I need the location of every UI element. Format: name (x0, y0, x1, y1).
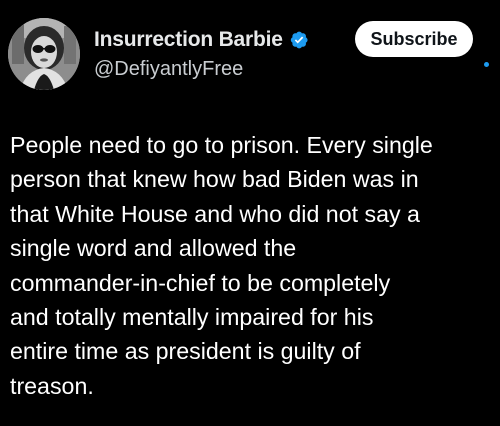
post-text-line: person that knew how bad Biden was in (10, 166, 419, 193)
post-text-line: single word and allowed the (10, 235, 297, 262)
author-display-name[interactable]: Insurrection Barbie (94, 28, 283, 52)
post-text-line: commander-in-chief to be completely (10, 269, 391, 296)
post-text-line: that White House and who did not say a (10, 200, 420, 227)
post-text: People need to go to prison. Every singl… (10, 128, 495, 403)
avatar-image (8, 18, 80, 90)
author-handle[interactable]: @DefiyantlyFree (94, 58, 243, 81)
profile-avatar[interactable] (8, 18, 80, 90)
unread-dot-icon (484, 62, 489, 67)
author-name-row: Insurrection Barbie (94, 26, 309, 54)
post-text-line: People need to go to prison. Every singl… (10, 132, 433, 158)
verified-badge-icon (289, 30, 309, 50)
subscribe-button[interactable]: Subscribe (355, 21, 473, 57)
post-text-line: entire time as president is guilty of (10, 338, 361, 365)
post-text-line: treason. (10, 372, 94, 399)
post-card: Insurrection Barbie @DefiyantlyFree Subs… (0, 0, 500, 426)
post-text-line: and totally mentally impaired for his (10, 304, 374, 331)
